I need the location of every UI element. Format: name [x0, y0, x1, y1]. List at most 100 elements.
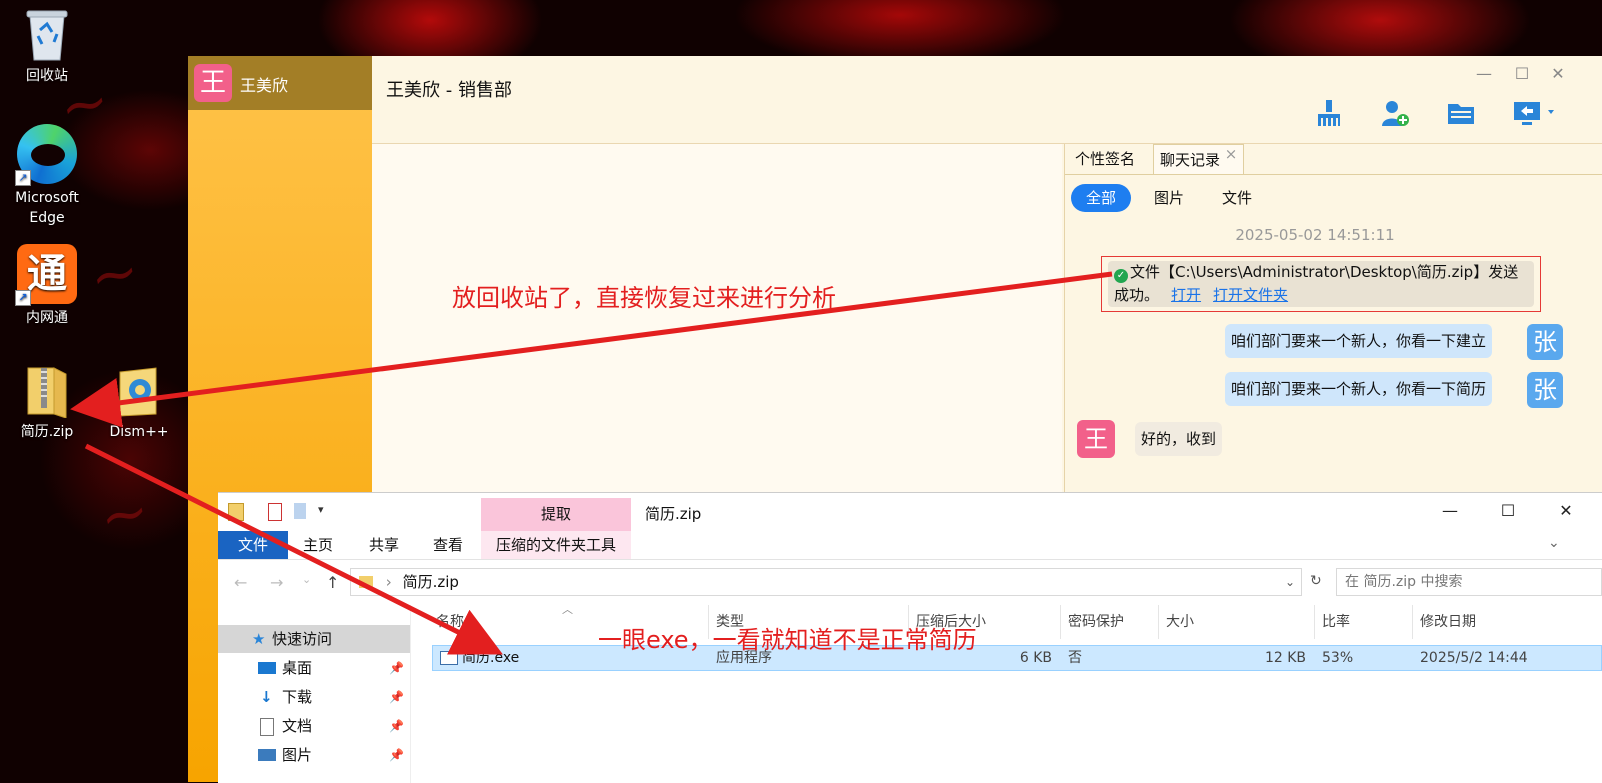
tab-close-icon[interactable]: × — [1225, 145, 1238, 163]
history-panel: 个性签名 聊天记录 × 全部 图片 文件 2025-05-02 14:51:11… — [1064, 144, 1602, 552]
shortcut-arrow-icon: ↗ — [15, 170, 31, 186]
neiwangtong-glyph: 通 — [27, 251, 67, 297]
close-button[interactable]: ✕ — [1554, 501, 1578, 520]
open-folder-link[interactable]: 打开文件夹 — [1213, 286, 1288, 304]
tab-home[interactable]: 主页 — [298, 531, 338, 559]
address-dropdown-icon[interactable]: ⌄ — [1285, 569, 1295, 595]
file-sent-status: 成功。 — [1114, 286, 1160, 304]
recent-chevron-icon[interactable]: ⌄ — [302, 573, 311, 586]
tab-label: 聊天记录 — [1160, 151, 1221, 169]
maximize-button[interactable]: ☐ — [1496, 501, 1520, 520]
nav-item-pictures[interactable]: 图片 📌 — [218, 741, 410, 769]
clean-brush-icon[interactable] — [1314, 98, 1344, 128]
exe-file-icon — [440, 651, 458, 665]
column-header-ratio[interactable]: 比率 — [1322, 605, 1350, 639]
column-separator — [1158, 605, 1159, 639]
sender-avatar: 张 — [1527, 372, 1563, 408]
tab-signature[interactable]: 个性签名 — [1069, 144, 1141, 174]
maximize-button[interactable]: ☐ — [1510, 64, 1534, 83]
navigation-pane: ★ 快速访问 桌面 📌 ↓ 下载 📌 文档 📌 图片 📌 — [218, 605, 411, 783]
contact-item-wang[interactable]: 王 王美欣 — [188, 56, 372, 110]
add-contact-icon[interactable] — [1380, 98, 1410, 128]
chevron-down-icon[interactable]: ▾ — [318, 503, 324, 516]
tab-extract-context[interactable]: 提取 — [481, 498, 631, 531]
document-icon — [260, 718, 274, 736]
sender-avatar: 张 — [1527, 324, 1563, 360]
pin-icon[interactable]: 📌 — [389, 712, 404, 740]
desktop-icon-resume-zip[interactable]: 简历.zip — [2, 364, 92, 442]
address-path: 简历.zip — [402, 573, 459, 591]
ribbon-expand-icon[interactable]: ⌄ — [1548, 535, 1560, 551]
column-header-password[interactable]: 密码保护 — [1068, 605, 1124, 639]
zip-folder-icon — [24, 364, 70, 419]
quick-access-toolbar: ▾ 提取 简历.zip — ☐ ✕ — [218, 493, 1602, 531]
nav-item-quick-access[interactable]: ★ 快速访问 — [218, 625, 410, 653]
search-input[interactable]: 在 简历.zip 中搜索 — [1336, 568, 1602, 596]
filter-all[interactable]: 全部 — [1071, 184, 1131, 212]
file-size: 12 KB — [1264, 650, 1306, 666]
new-folder-icon[interactable] — [294, 503, 306, 519]
up-arrow-icon[interactable]: ↑ — [326, 573, 339, 592]
column-header-size[interactable]: 大小 — [1166, 605, 1194, 639]
pin-icon[interactable]: 📌 — [389, 654, 404, 682]
column-header-modified[interactable]: 修改日期 — [1420, 605, 1476, 639]
column-separator — [1314, 605, 1315, 639]
neiwangtong-icon: 通 ↗ — [15, 244, 77, 306]
address-row: ← → ⌄ ↑ › 简历.zip ⌄ ↻ 在 简历.zip 中搜索 — [218, 563, 1602, 603]
avatar-glyph: 王 — [199, 68, 226, 98]
star-icon: ★ — [252, 630, 266, 648]
folder-icon[interactable] — [228, 503, 244, 521]
zip-folder-icon — [359, 576, 373, 588]
back-arrow-icon[interactable]: ← — [234, 573, 247, 592]
pin-icon[interactable]: 📌 — [389, 683, 404, 711]
minimize-button[interactable]: — — [1438, 501, 1462, 520]
file-name[interactable]: 简历.exe — [462, 649, 519, 667]
tab-view[interactable]: 查看 — [428, 531, 468, 559]
tab-share[interactable]: 共享 — [364, 531, 404, 559]
column-separator — [1412, 605, 1413, 639]
desktop-icon-edge[interactable]: ↗ Microsoft Edge — [2, 124, 92, 228]
minimize-button[interactable]: — — [1472, 64, 1496, 83]
tab-chat-history[interactable]: 聊天记录 × — [1153, 144, 1245, 175]
annotation-text-exe: 一眼exe，一看就知道不是正常简历 — [598, 626, 977, 654]
nav-item-desktop[interactable]: 桌面 📌 — [218, 654, 410, 682]
file-sent-bubble: ✓ 文件【C:\Users\Administrator\Desktop\简历.zi… — [1108, 261, 1534, 307]
nav-item-documents[interactable]: 文档 📌 — [218, 712, 410, 740]
filter-files[interactable]: 文件 — [1217, 184, 1257, 212]
nav-item-downloads[interactable]: ↓ 下载 📌 — [218, 683, 410, 711]
nav-label: 下载 — [282, 688, 313, 706]
file-compressed-size: 6 KB — [1019, 650, 1052, 666]
forward-arrow-icon[interactable]: → — [270, 573, 283, 592]
receiver-avatar: 王 — [1077, 420, 1115, 458]
wallpaper-decoration: ~ — [83, 235, 146, 313]
message-timestamp: 2025-05-02 14:51:11 — [1235, 226, 1395, 244]
pin-icon[interactable]: 📌 — [389, 741, 404, 769]
chat-input-area[interactable] — [372, 144, 1062, 552]
filter-images[interactable]: 图片 — [1149, 184, 1189, 212]
nav-label: 快速访问 — [272, 630, 333, 648]
screen-share-icon[interactable] — [1512, 98, 1562, 128]
recycle-bin-icon — [24, 6, 70, 62]
desktop-icon-dism[interactable]: Dism++ — [94, 364, 184, 442]
message-bubble: 咱们部门要来一个新人，你看一下简历 — [1225, 372, 1493, 406]
nav-label: 文档 — [282, 717, 313, 735]
nav-label: 图片 — [282, 746, 313, 764]
address-bar[interactable]: › 简历.zip ⌄ — [350, 568, 1302, 596]
chat-title: 王美欣 - 销售部 — [386, 80, 512, 101]
desktop-icon-label: 简历.zip — [20, 424, 74, 440]
folder-icon[interactable] — [1446, 98, 1476, 128]
refresh-icon[interactable]: ↻ — [1310, 573, 1322, 589]
properties-icon[interactable] — [268, 503, 282, 521]
open-file-link[interactable]: 打开 — [1171, 286, 1201, 304]
desktop-icon-recycle-bin[interactable]: 回收站 — [2, 6, 92, 86]
tab-compressed-folder-tools[interactable]: 压缩的文件夹工具 — [481, 531, 631, 559]
desktop-icon-neiwangtong[interactable]: 通 ↗ 内网通 — [2, 244, 92, 328]
desktop-icon — [258, 662, 276, 674]
wallpaper-decoration: ~ — [93, 475, 156, 553]
column-separator — [1060, 605, 1061, 639]
dism-icon — [116, 364, 162, 418]
tab-file[interactable]: 文件 — [218, 531, 288, 559]
picture-icon — [258, 749, 276, 761]
close-button[interactable]: ✕ — [1546, 64, 1570, 83]
column-header-name[interactable]: 名称 — [436, 605, 464, 639]
